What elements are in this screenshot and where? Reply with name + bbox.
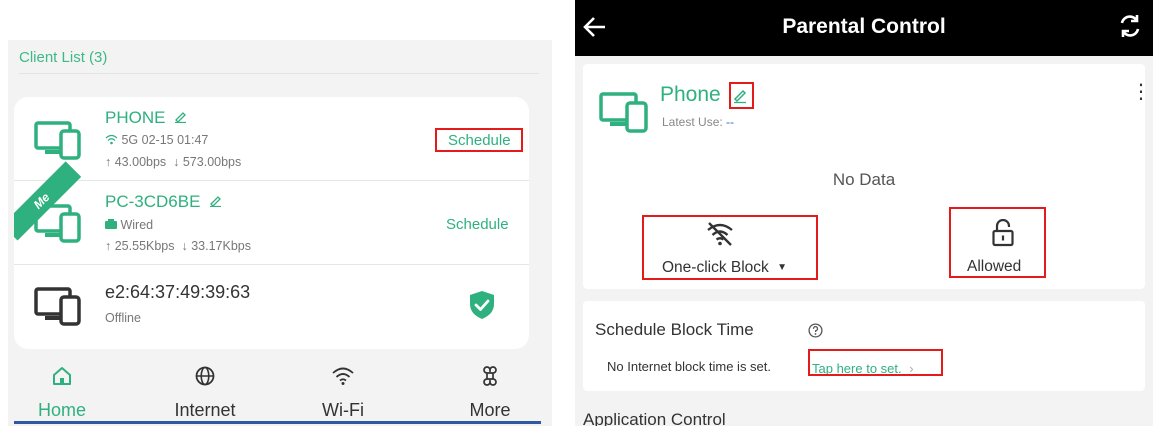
wifi-small-icon bbox=[105, 134, 118, 145]
screenshot-stage: Client List (3) PHONE 5G 02-15 01:47 ↑ 4… bbox=[0, 0, 1153, 426]
connection-row: Wired bbox=[105, 218, 153, 232]
parental-control-screen: Parental Control Phone Latest Use: -- ⋮ … bbox=[575, 0, 1153, 426]
wired-icon bbox=[105, 219, 117, 229]
latest-use: Latest Use: -- bbox=[662, 115, 734, 129]
header-bar: Parental Control bbox=[575, 0, 1153, 56]
application-control-heading: Application Control bbox=[583, 410, 726, 426]
client-list-title: Client List (3) bbox=[19, 49, 108, 66]
connection-row: 5G 02-15 01:47 bbox=[105, 133, 208, 147]
tab-icon-wrap bbox=[293, 366, 393, 390]
schedule-button[interactable]: Schedule bbox=[446, 216, 509, 233]
tab-label: Wi-Fi bbox=[322, 400, 364, 420]
highlight-box bbox=[435, 128, 523, 152]
help-icon[interactable] bbox=[808, 323, 823, 338]
divider bbox=[19, 73, 539, 74]
edit-pencil-icon[interactable] bbox=[174, 110, 187, 124]
highlight-box bbox=[642, 215, 818, 280]
upload-speed: 43.00bps bbox=[114, 155, 167, 169]
page-title: Parental Control bbox=[782, 15, 946, 38]
more-options-icon[interactable]: ⋮ bbox=[1131, 82, 1151, 102]
connection-info: Wired bbox=[120, 218, 154, 232]
wifi-icon bbox=[332, 367, 354, 385]
device-name-row: PC-3CD6BE bbox=[105, 192, 222, 212]
download-arrow-icon: ↓ bbox=[181, 239, 188, 253]
tab-icon-wrap bbox=[155, 366, 255, 390]
home-icon bbox=[53, 367, 71, 385]
highlight-box bbox=[808, 349, 943, 376]
list-item-pc[interactable]: PC-3CD6BE Wired ↑ 25.55Kbps ↓ 33.17Kbps … bbox=[14, 181, 529, 265]
phone-computer-icon bbox=[34, 287, 81, 326]
highlight-box bbox=[729, 82, 754, 109]
device-name: e2:64:37:49:39:63 bbox=[105, 282, 251, 302]
upload-arrow-icon: ↑ bbox=[105, 239, 112, 253]
latest-use-label: Latest Use: bbox=[662, 115, 723, 129]
shield-check-icon[interactable] bbox=[469, 290, 495, 320]
bottom-tab-bar: Home Internet Wi-Fi More bbox=[14, 362, 541, 426]
tab-wifi[interactable]: Wi-Fi bbox=[293, 362, 393, 426]
schedule-block-card: Schedule Block Time No Internet block ti… bbox=[583, 301, 1145, 391]
download-speed: 33.17Kbps bbox=[191, 239, 251, 253]
device-name: Phone bbox=[660, 83, 721, 106]
globe-icon bbox=[195, 366, 215, 386]
schedule-message: No Internet block time is set. bbox=[607, 359, 772, 374]
upload-arrow-icon: ↑ bbox=[105, 155, 112, 169]
speed-row: ↑ 43.00bps ↓ 573.00bps bbox=[105, 155, 241, 169]
no-data-text: No Data bbox=[832, 170, 896, 189]
phone-computer-icon bbox=[599, 92, 648, 133]
device-name: PC-3CD6BE bbox=[105, 192, 201, 211]
device-name: PHONE bbox=[105, 108, 166, 127]
speed-row: ↑ 25.55Kbps ↓ 33.17Kbps bbox=[105, 239, 251, 253]
tab-label: More bbox=[469, 400, 511, 420]
tab-icon-wrap bbox=[12, 366, 112, 390]
highlight-box bbox=[949, 207, 1046, 278]
phone-computer-icon bbox=[34, 121, 81, 160]
device-status: Offline bbox=[105, 311, 141, 325]
device-name-row: PHONE bbox=[105, 108, 187, 128]
device-control-card: Phone Latest Use: -- ⋮ No Data One-click… bbox=[583, 64, 1151, 289]
connection-info: 5G 02-15 01:47 bbox=[121, 133, 209, 147]
edit-pencil-icon[interactable] bbox=[209, 194, 222, 208]
tab-icon-wrap bbox=[440, 366, 540, 390]
schedule-title: Schedule Block Time bbox=[595, 320, 754, 339]
more-icon bbox=[483, 366, 497, 386]
list-item-phone[interactable]: PHONE 5G 02-15 01:47 ↑ 43.00bps ↓ 573.00… bbox=[14, 97, 529, 181]
download-speed: 573.00bps bbox=[182, 155, 242, 169]
latest-use-value: -- bbox=[726, 115, 735, 129]
home-screen: Client List (3) PHONE 5G 02-15 01:47 ↑ 4… bbox=[0, 0, 552, 426]
upload-speed: 25.55Kbps bbox=[114, 239, 175, 253]
tab-home[interactable]: Home bbox=[12, 362, 112, 426]
tab-more[interactable]: More bbox=[440, 362, 540, 426]
client-list-card: PHONE 5G 02-15 01:47 ↑ 43.00bps ↓ 573.00… bbox=[14, 97, 529, 349]
tab-label: Home bbox=[37, 400, 86, 420]
refresh-icon[interactable] bbox=[1118, 12, 1142, 40]
download-arrow-icon: ↓ bbox=[173, 155, 180, 169]
tab-internet[interactable]: Internet bbox=[155, 362, 255, 426]
bottom-line bbox=[14, 421, 541, 424]
tab-label: Internet bbox=[174, 400, 236, 420]
list-item-offline[interactable]: e2:64:37:49:39:63 Offline bbox=[14, 265, 529, 349]
